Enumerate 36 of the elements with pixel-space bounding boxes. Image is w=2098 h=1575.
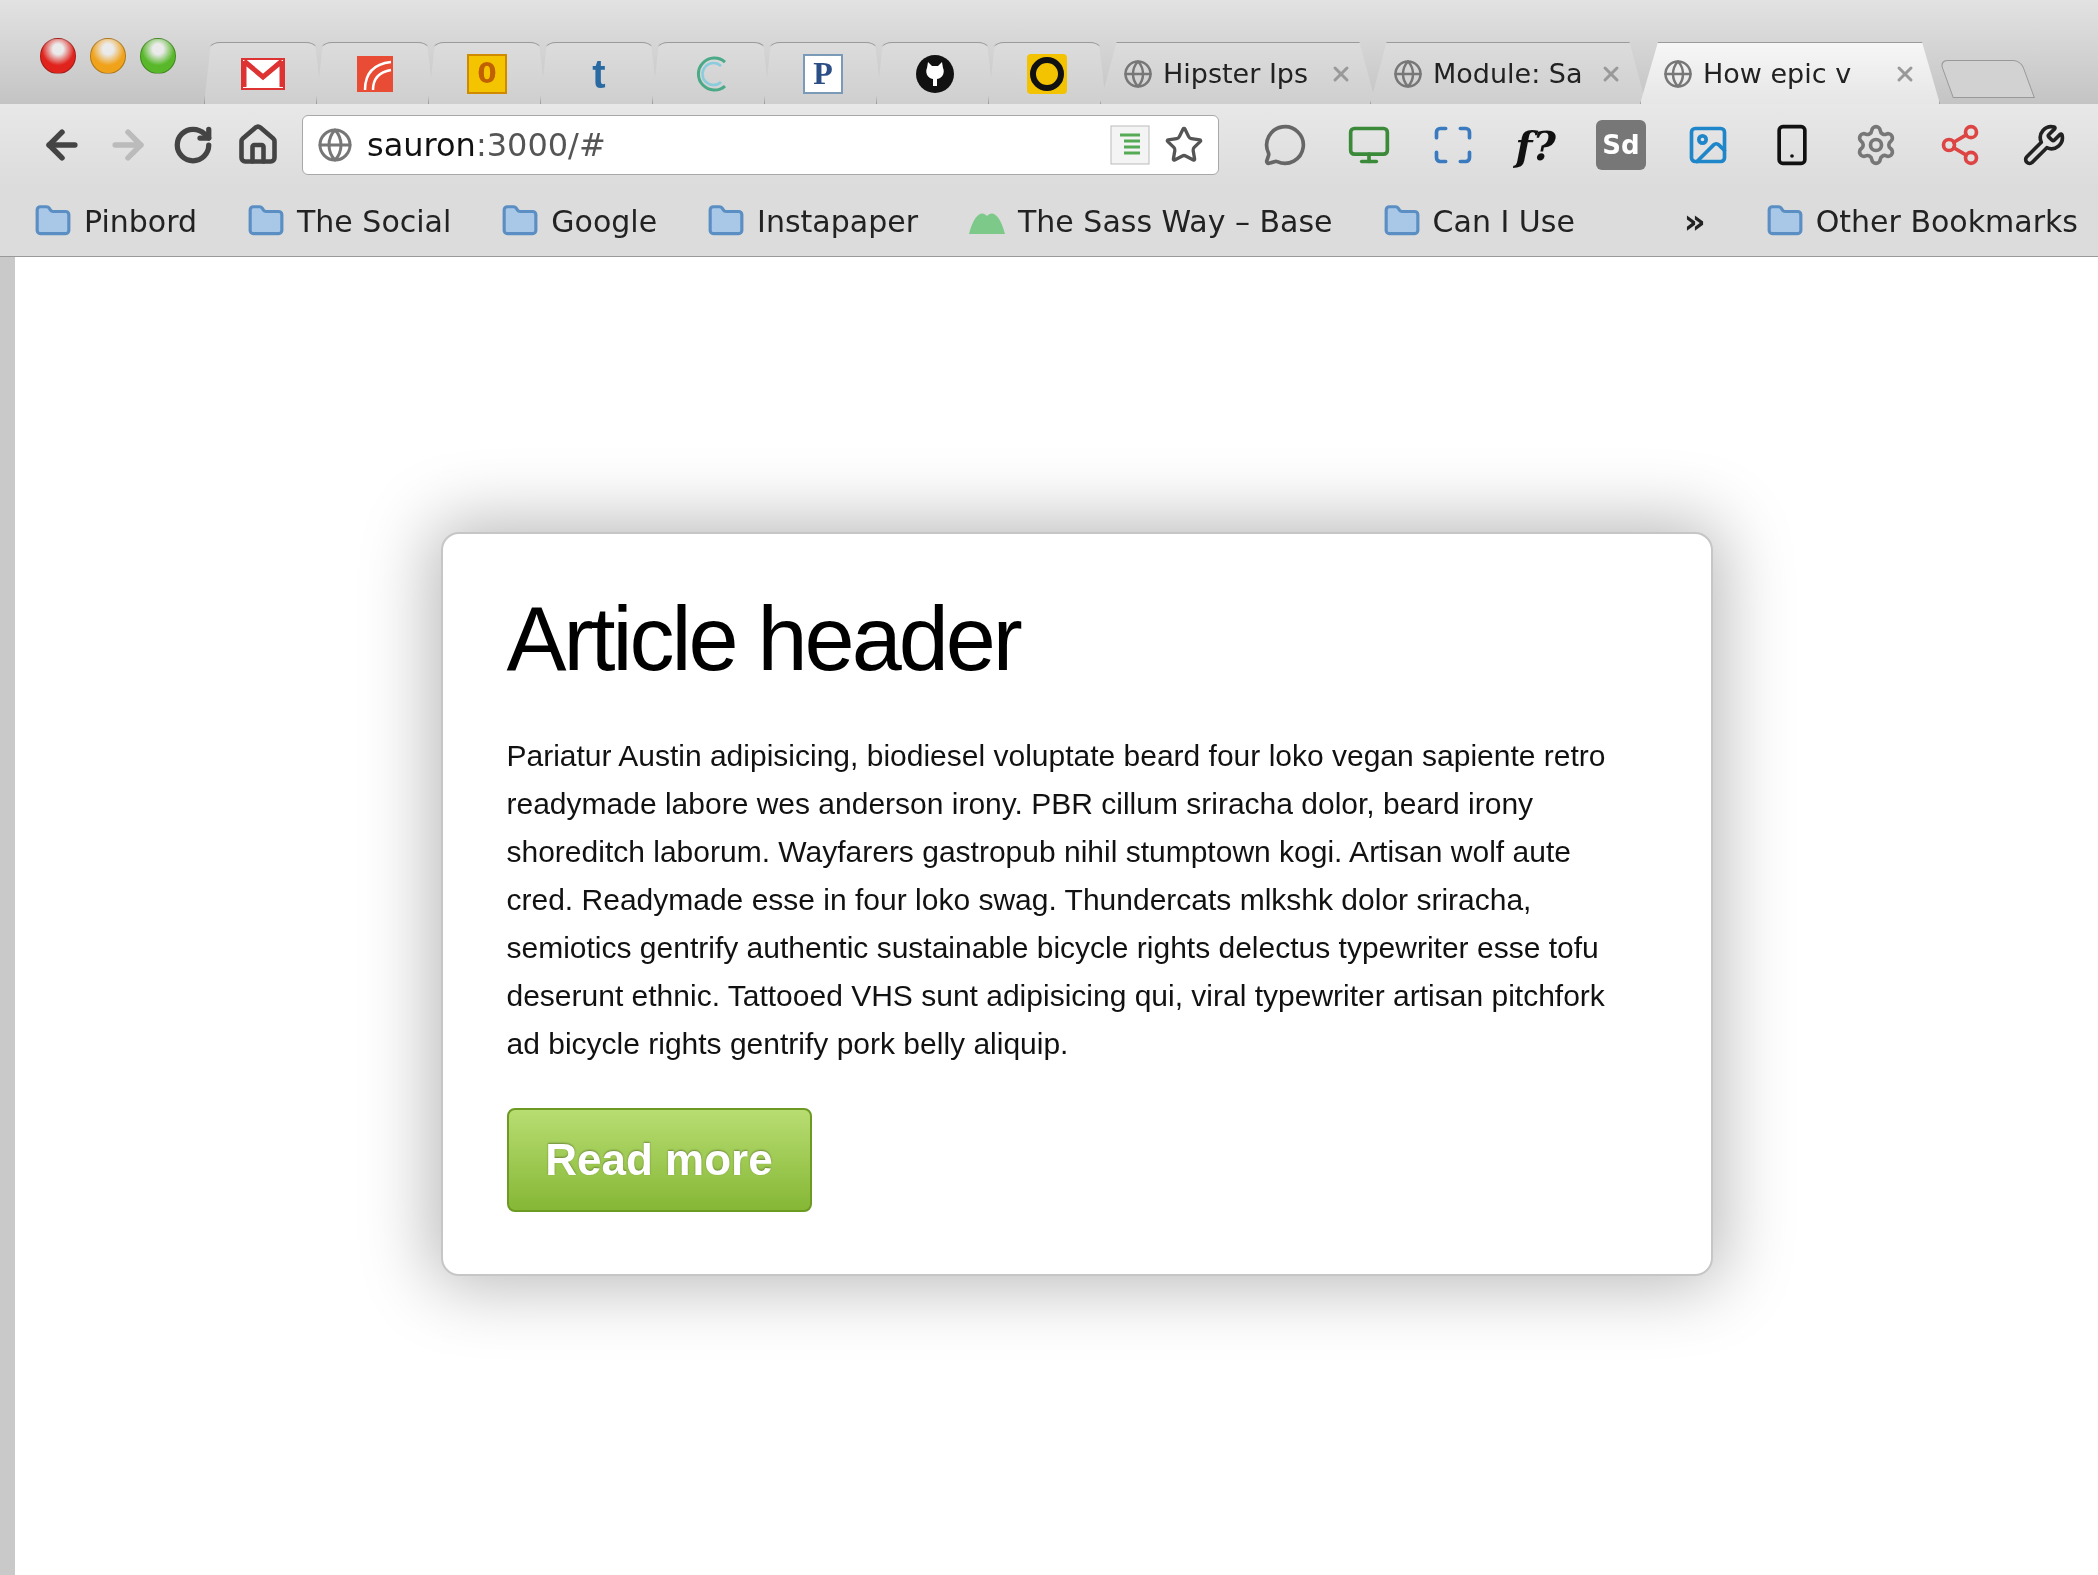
article-title: Article header xyxy=(506,594,1022,684)
star-icon[interactable] xyxy=(1164,125,1205,165)
bookmark-item[interactable]: Google xyxy=(501,202,658,240)
pinned-tab[interactable] xyxy=(988,42,1106,104)
letter-icon: t xyxy=(592,53,606,94)
document-icon[interactable] xyxy=(1110,125,1151,165)
curves-icon xyxy=(357,55,393,92)
globe-icon xyxy=(1123,58,1153,89)
minimize-window-button[interactable] xyxy=(90,38,126,74)
bookmark-item[interactable]: The Social xyxy=(247,202,452,240)
globe-icon xyxy=(1393,58,1423,89)
letter-icon: P xyxy=(803,53,843,94)
url-text: sauron:3000/# xyxy=(367,126,607,164)
extension-button[interactable]: Sd xyxy=(1596,120,1646,170)
outlook-icon: 0 xyxy=(467,53,507,94)
ring-icon xyxy=(1027,53,1067,94)
chat-bubble-icon[interactable] xyxy=(1263,123,1308,167)
address-bar[interactable]: sauron:3000/# xyxy=(302,115,1220,175)
bookmark-item[interactable]: Can I Use xyxy=(1382,202,1575,240)
cat-icon xyxy=(915,53,955,94)
bookmark-item[interactable]: Instapaper xyxy=(707,202,918,240)
globe-icon xyxy=(1663,58,1693,89)
envelope-icon xyxy=(241,57,285,90)
article-body: Pariatur Austin adipisicing, biodiesel voluptate beard four loko vegan sapiente retro readymade labore wes anderson irony. PBR cillum sriracha dolor, beard irony shoreditch laborum. Wayfarers gastropub nihil stumptown kogi. Artisan wolf aute cred. Readymade esse in four loko swag. Thundercats mlkshk dolor sriracha, semiotics gentrify authentic sustainable bicycle rights delectus typewriter esse tofu deserunt ethnic. Tattooed VHS sunt adipisicing qui, viral typewriter artisan pitchfork ad bicycle rights gentrify pork belly aliquip. xyxy=(506,738,1607,1062)
bookmark-item[interactable]: Pinbord xyxy=(34,202,198,240)
extension-button[interactable]: f? xyxy=(1515,121,1556,169)
close-window-button[interactable] xyxy=(40,38,76,74)
overflow-chevron[interactable]: » xyxy=(1683,201,1706,241)
home-icon[interactable] xyxy=(236,123,280,167)
bookmark-item[interactable]: The Sass Way – Base xyxy=(968,203,1333,239)
browser-tab[interactable]: How epic v xyxy=(1640,42,1940,104)
globe-icon xyxy=(317,127,353,163)
wrench-icon[interactable] xyxy=(2022,123,2066,167)
bookmark-item[interactable]: Other Bookmarks xyxy=(1765,202,2078,240)
reload-icon[interactable] xyxy=(172,124,214,166)
zoom-window-button[interactable] xyxy=(140,38,176,74)
